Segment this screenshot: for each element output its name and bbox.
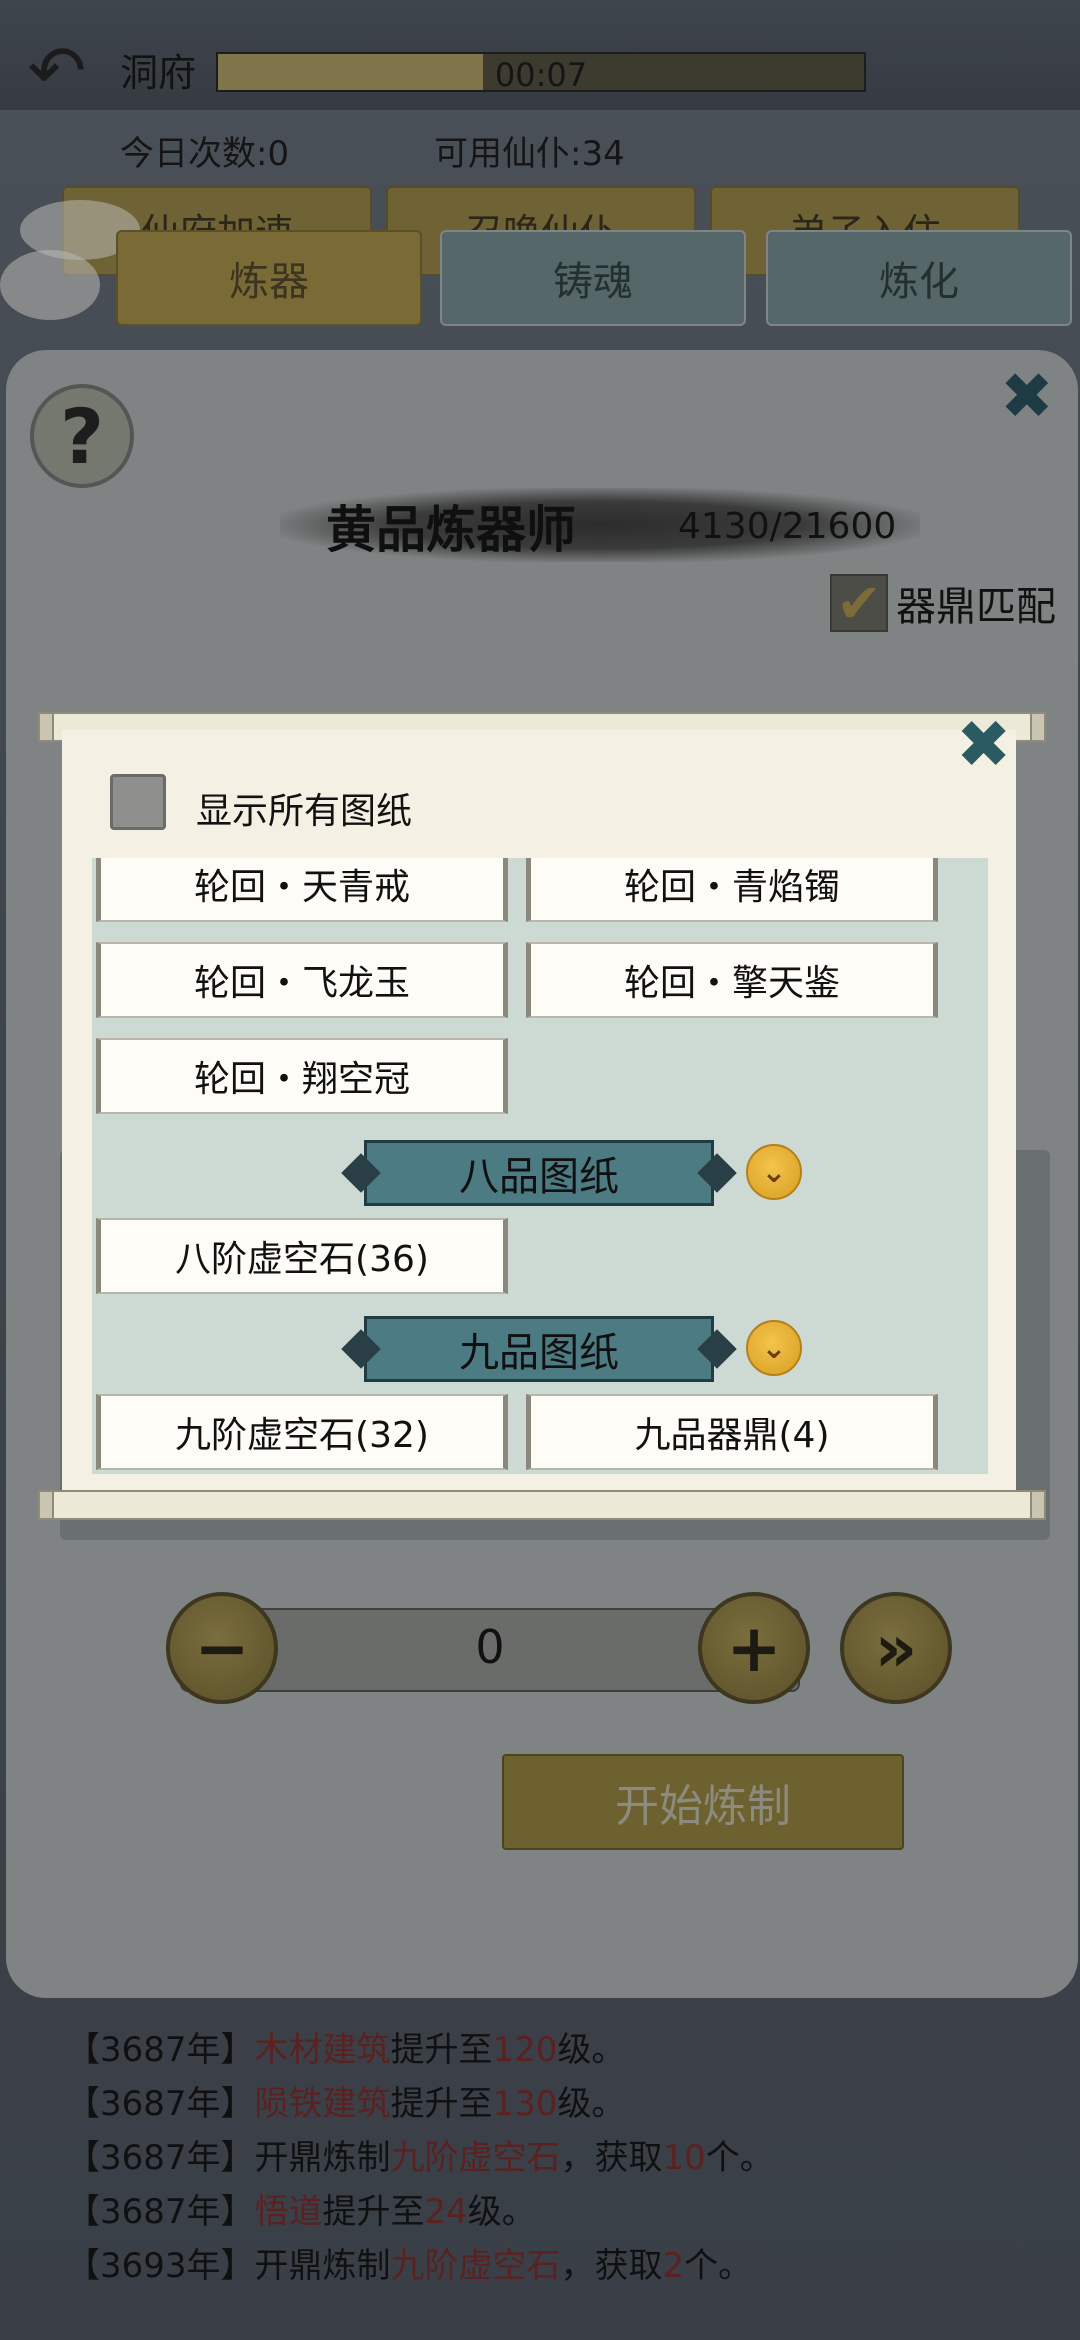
blueprint-item[interactable]: 九阶虚空石(32) [96, 1394, 508, 1470]
log-line: 【3693年】开鼎炼制九阶虚空石，获取2个。 [66, 2238, 752, 2287]
page-title: 洞府 [120, 51, 197, 95]
log-prefix: 【3687年】开鼎炼制 [66, 2138, 391, 2178]
log-mid: ，获取 [560, 2246, 663, 2286]
log-suffix: 级。 [557, 2030, 626, 2070]
match-checkbox[interactable]: ✔ [830, 571, 888, 635]
log-line: 【3687年】木材建筑提升至120级。 [66, 2022, 625, 2071]
blueprint-item[interactable]: 轮回・天青戒 [96, 858, 508, 922]
timer-text: 00:07 [494, 56, 588, 92]
log-prefix: 【3687年】 [66, 2192, 255, 2232]
max-button[interactable]: » [840, 1592, 952, 1704]
log-prefix: 【3687年】 [66, 2084, 255, 2124]
log-line: 【3687年】陨铁建筑提升至130级。 [66, 2076, 625, 2125]
tab-soul-forge[interactable]: 铸魂 [440, 230, 746, 326]
panel-close-button[interactable]: ✖ [1000, 360, 1054, 434]
close-icon: ✖ [1000, 360, 1054, 434]
category-banner-8: 八品图纸 [364, 1140, 714, 1206]
rank-title: 黄品炼器师 [326, 500, 576, 559]
log-mid: 提升至 [322, 2192, 425, 2232]
log-suffix: 级。 [557, 2084, 626, 2124]
scroll-bottom-right-end [1030, 1490, 1046, 1520]
help-button[interactable]: ? [30, 384, 134, 488]
blueprint-item[interactable]: 轮回・飞龙玉 [96, 942, 508, 1018]
log-red1: 陨铁建筑 [254, 2084, 391, 2124]
tab-refine[interactable]: 炼器 [116, 230, 422, 326]
log-red2: 120 [492, 2030, 558, 2070]
blueprint-item[interactable]: 八阶虚空石(36) [96, 1218, 508, 1294]
back-arrow-icon: ↶ [27, 30, 87, 112]
log-suffix: 个。 [684, 2246, 753, 2286]
dialog-close-button[interactable]: ✖ [956, 712, 1011, 778]
double-chevron-right-icon: » [874, 1609, 918, 1687]
category-banner-9: 九品图纸 [364, 1316, 714, 1382]
scroll-bottom-roll [44, 1490, 1038, 1520]
blueprint-item[interactable]: 轮回・擎天鉴 [526, 942, 938, 1018]
expand-category-8-button[interactable]: ⌄ [746, 1144, 802, 1200]
log-red1: 悟道 [254, 2192, 323, 2232]
timer-bar: 00:07 [216, 52, 866, 92]
blueprint-item[interactable]: 轮回・青焰镯 [526, 858, 938, 922]
scroll-top-left-end [38, 712, 54, 742]
show-all-label: 显示所有图纸 [196, 791, 413, 832]
show-all-checkbox[interactable] [110, 774, 166, 830]
increase-button[interactable]: + [698, 1592, 810, 1704]
log-prefix: 【3693年】开鼎炼制 [66, 2246, 391, 2286]
log-mid: 提升至 [390, 2084, 493, 2124]
minus-icon: − [194, 1609, 250, 1687]
log-red1: 九阶虚空石 [390, 2246, 561, 2286]
log-red1: 九阶虚空石 [390, 2138, 561, 2178]
decrease-button[interactable]: − [166, 1592, 278, 1704]
blueprint-item[interactable]: 轮回・翔空冠 [96, 1038, 508, 1114]
log-red2: 130 [492, 2084, 558, 2124]
cloud-decoration [0, 250, 100, 320]
rank-progress: 4130/21600 [678, 506, 897, 547]
available-servants: 可用仙仆:34 [434, 134, 625, 174]
chevron-down-icon: ⌄ [761, 1154, 787, 1190]
log-line: 【3687年】开鼎炼制九阶虚空石，获取10个。 [66, 2130, 774, 2179]
close-icon: ✖ [956, 706, 1012, 783]
log-suffix: 个。 [705, 2138, 774, 2178]
log-mid: 提升至 [390, 2030, 493, 2070]
scroll-top-right-end [1030, 712, 1046, 742]
back-button[interactable]: ↶ [12, 34, 102, 108]
log-suffix: 级。 [467, 2192, 536, 2232]
start-refine-button[interactable]: 开始炼制 [502, 1754, 904, 1850]
plus-icon: + [726, 1609, 782, 1687]
log-prefix: 【3687年】 [66, 2030, 255, 2070]
log-red2: 2 [662, 2246, 685, 2286]
question-icon: ? [59, 391, 105, 481]
chevron-down-icon: ⌄ [761, 1330, 787, 1366]
log-mid: ，获取 [560, 2138, 663, 2178]
log-line: 【3687年】悟道提升至24级。 [66, 2184, 536, 2233]
log-red2: 10 [662, 2138, 706, 2178]
match-label: 器鼎匹配 [896, 584, 1056, 630]
daily-count: 今日次数:0 [120, 134, 290, 174]
scroll-bottom-left-end [38, 1490, 54, 1520]
blueprint-list[interactable]: 轮回・天青戒 轮回・青焰镯 轮回・飞龙玉 轮回・擎天鉴 轮回・翔空冠 八品图纸 … [92, 858, 988, 1474]
log-red1: 木材建筑 [254, 2030, 391, 2070]
expand-category-9-button[interactable]: ⌄ [746, 1320, 802, 1376]
tab-smelt[interactable]: 炼化 [766, 230, 1072, 326]
blueprint-item[interactable]: 九品器鼎(4) [526, 1394, 938, 1470]
log-red2: 24 [424, 2192, 468, 2232]
checkmark-icon: ✔ [836, 571, 882, 635]
